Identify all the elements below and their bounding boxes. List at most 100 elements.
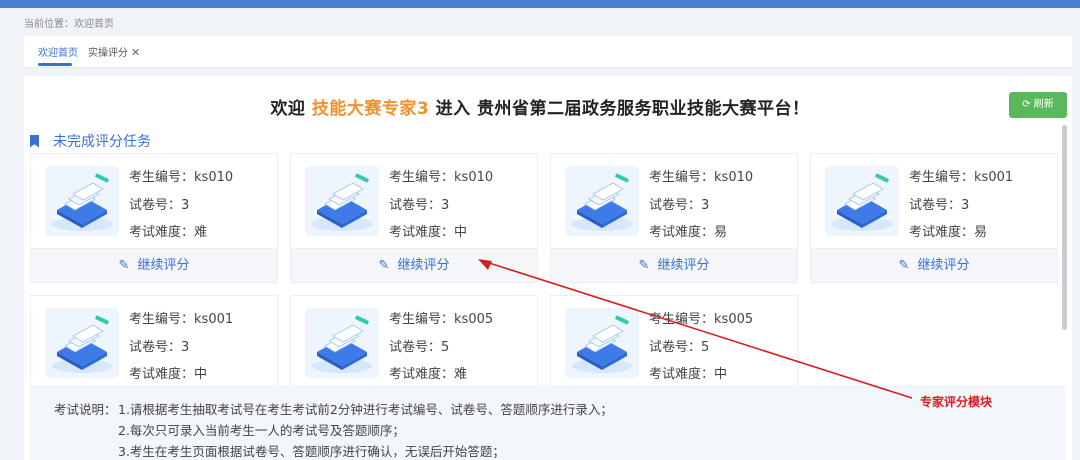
- candidate-id-value: ks005: [454, 312, 494, 327]
- notes-line-1: 1.请根据考生抽取考试号在考生考试前2分钟进行考试编号、试卷号、答题顺序进行录入…: [118, 402, 613, 417]
- exam-difficulty: 考试难度：易: [909, 221, 987, 240]
- section-header: 未完成评分任务: [30, 131, 151, 151]
- task-card: 考生编号：ks010 试卷号：3 考试难度：易 ✎ 继续评分: [550, 153, 798, 283]
- close-icon[interactable]: ✕: [131, 46, 140, 59]
- notes-label: 考试说明：: [54, 402, 117, 417]
- pencil-icon: ✎: [638, 258, 650, 273]
- paper-number-label: 试卷号：: [649, 198, 702, 213]
- exam-difficulty-label: 考试难度：: [649, 367, 715, 382]
- breadcrumb: 当前位置：欢迎首页: [24, 15, 114, 30]
- paper-number-label: 试卷号：: [389, 198, 442, 213]
- exam-paper-illustration: [45, 166, 119, 236]
- candidate-id-label: 考生编号：: [389, 170, 455, 185]
- exam-difficulty-label: 考试难度：: [909, 225, 975, 240]
- exam-difficulty-value: 中: [454, 225, 468, 240]
- scrollbar[interactable]: [1062, 125, 1067, 330]
- exam-difficulty-value: 难: [454, 367, 468, 382]
- paper-number: 试卷号：5: [649, 336, 709, 355]
- breadcrumb-current[interactable]: 欢迎首页: [74, 19, 114, 30]
- continue-scoring-button[interactable]: ✎ 继续评分: [551, 248, 797, 282]
- bookmark-icon: [30, 134, 39, 148]
- tab-bar: 欢迎首页 实操评分 ✕: [24, 36, 1072, 68]
- continue-scoring-button[interactable]: ✎ 继续评分: [811, 248, 1057, 282]
- candidate-id-value: ks010: [194, 170, 234, 185]
- candidate-id-value: ks010: [714, 170, 754, 185]
- task-card: 考生编号：ks001 试卷号：3 考试难度：易 ✎ 继续评分: [810, 153, 1058, 283]
- exam-difficulty: 考试难度：易: [649, 221, 727, 240]
- paper-number-value: 5: [701, 340, 710, 355]
- paper-number: 试卷号：3: [389, 194, 449, 213]
- exam-paper-illustration: [305, 166, 379, 236]
- top-bar: [0, 0, 1080, 8]
- annotation-label: 专家评分模块: [920, 395, 993, 409]
- pencil-icon: ✎: [118, 258, 130, 273]
- tab-active-indicator: [38, 63, 72, 66]
- candidate-id: 考生编号：ks010: [129, 166, 233, 185]
- pencil-icon: ✎: [898, 258, 910, 273]
- candidate-id-label: 考生编号：: [909, 170, 975, 185]
- exam-difficulty-label: 考试难度：: [389, 367, 455, 382]
- welcome-title: 欢迎 技能大赛专家3 进入 贵州省第二届政务服务职业技能大赛平台！: [0, 94, 1080, 119]
- candidate-id: 考生编号：ks001: [909, 166, 1013, 185]
- paper-number: 试卷号：3: [129, 336, 189, 355]
- paper-number-label: 试卷号：: [649, 340, 702, 355]
- breadcrumb-label: 当前位置：: [24, 19, 74, 30]
- task-card: 考生编号：ks010 试卷号：3 考试难度：中 ✎ 继续评分: [290, 153, 538, 283]
- candidate-id-label: 考生编号：: [129, 312, 195, 327]
- exam-difficulty: 考试难度：难: [129, 221, 207, 240]
- candidate-id-label: 考生编号：: [649, 170, 715, 185]
- continue-scoring-label: 继续评分: [917, 258, 970, 273]
- exam-difficulty-value: 易: [974, 225, 988, 240]
- paper-number-value: 3: [701, 198, 710, 213]
- exam-paper-illustration: [825, 166, 899, 236]
- candidate-id-label: 考生编号：: [649, 312, 715, 327]
- exam-difficulty-value: 中: [714, 367, 728, 382]
- exam-paper-illustration: [45, 308, 119, 378]
- candidate-id: 考生编号：ks001: [129, 308, 233, 327]
- paper-number-value: 3: [441, 198, 450, 213]
- paper-number-label: 试卷号：: [129, 340, 182, 355]
- exam-difficulty-label: 考试难度：: [389, 225, 455, 240]
- welcome-prefix: 欢迎: [270, 99, 312, 119]
- task-card: 考生编号：ks010 试卷号：3 考试难度：难 ✎ 继续评分: [30, 153, 278, 283]
- exam-paper-illustration: [305, 308, 379, 378]
- paper-number-value: 3: [181, 340, 190, 355]
- paper-number: 试卷号：5: [389, 336, 449, 355]
- section-title: 未完成评分任务: [53, 134, 151, 150]
- candidate-id-value: ks010: [454, 170, 494, 185]
- tab-scoring[interactable]: 实操评分 ✕: [88, 44, 140, 59]
- candidate-id-label: 考生编号：: [129, 170, 195, 185]
- continue-scoring-button[interactable]: ✎ 继续评分: [31, 248, 277, 282]
- paper-number: 试卷号：3: [649, 194, 709, 213]
- refresh-button[interactable]: ⟳ 刷新: [1009, 92, 1067, 118]
- exam-difficulty-value: 中: [194, 367, 208, 382]
- exam-difficulty: 考试难度：难: [389, 363, 467, 382]
- paper-number: 试卷号：3: [909, 194, 969, 213]
- notes-line-3: 3.考生在考生页面根据试卷号、答题顺序进行确认，无误后开始答题；: [118, 444, 505, 459]
- exam-difficulty: 考试难度：中: [649, 363, 727, 382]
- notes-line-2: 2.每次只可录入当前考生一人的考试号及答题顺序；: [118, 423, 405, 438]
- paper-number-label: 试卷号：: [389, 340, 442, 355]
- exam-notes: 考试说明： 1.请根据考生抽取考试号在考生考试前2分钟进行考试编号、试卷号、答题…: [30, 385, 1066, 460]
- paper-number-label: 试卷号：: [129, 198, 182, 213]
- continue-scoring-button[interactable]: ✎ 继续评分: [291, 248, 537, 282]
- refresh-icon: ⟳: [1022, 99, 1031, 110]
- refresh-label: 刷新: [1033, 99, 1054, 110]
- expert-name: 技能大赛专家3: [311, 99, 430, 119]
- exam-paper-illustration: [565, 166, 639, 236]
- exam-difficulty-label: 考试难度：: [129, 225, 195, 240]
- candidate-id-value: ks001: [194, 312, 234, 327]
- pencil-icon: ✎: [378, 258, 390, 273]
- candidate-id-value: ks001: [974, 170, 1014, 185]
- continue-scoring-label: 继续评分: [137, 258, 190, 273]
- exam-difficulty: 考试难度：中: [389, 221, 467, 240]
- paper-number-value: 3: [961, 198, 970, 213]
- candidate-id: 考生编号：ks005: [649, 308, 753, 327]
- paper-number-value: 5: [441, 340, 450, 355]
- tab-welcome[interactable]: 欢迎首页: [38, 44, 78, 59]
- exam-difficulty: 考试难度：中: [129, 363, 207, 382]
- exam-difficulty-value: 易: [714, 225, 728, 240]
- exam-difficulty-value: 难: [194, 225, 208, 240]
- candidate-id-value: ks005: [714, 312, 754, 327]
- exam-difficulty-label: 考试难度：: [649, 225, 715, 240]
